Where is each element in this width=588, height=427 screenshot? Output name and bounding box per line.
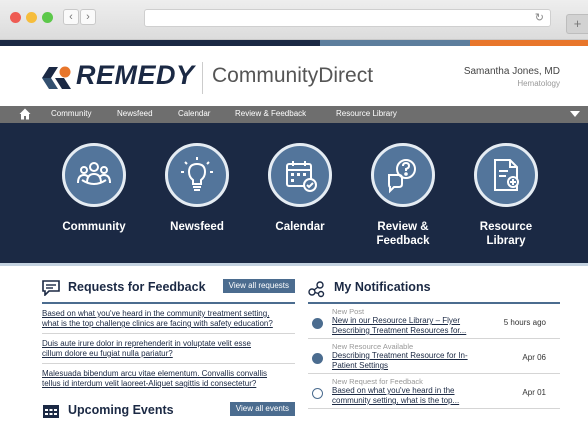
feedback-request-link[interactable]: Duis aute irure dolor in reprehenderit i… bbox=[42, 334, 295, 364]
tile-newsfeed[interactable]: Newsfeed bbox=[152, 143, 242, 234]
events-title: Upcoming Events bbox=[68, 403, 174, 417]
notification-item[interactable]: New Request for Feedback Based on what y… bbox=[308, 374, 560, 409]
dashboard-content: Requests for Feedback View all requests … bbox=[0, 266, 588, 427]
nav-community[interactable]: Community bbox=[51, 109, 91, 118]
chat-question-icon bbox=[371, 143, 435, 207]
requests-title: Requests for Feedback bbox=[68, 280, 206, 294]
read-indicator-icon bbox=[312, 388, 323, 399]
nav-calendar[interactable]: Calendar bbox=[178, 109, 210, 118]
nav-dropdown-icon[interactable] bbox=[570, 111, 580, 117]
requests-header: Requests for Feedback View all requests bbox=[42, 278, 295, 298]
notification-type: New Resource Available bbox=[332, 342, 414, 351]
view-all-requests-button[interactable]: View all requests bbox=[222, 279, 295, 293]
tile-label: Review & Feedback bbox=[376, 221, 430, 247]
tile-label: Community bbox=[62, 221, 126, 233]
home-icon[interactable] bbox=[19, 108, 31, 120]
address-bar[interactable]: ↻ bbox=[144, 9, 551, 27]
user-name[interactable]: Samantha Jones, MD bbox=[464, 66, 560, 77]
notification-link[interactable]: Based on what you've heard in the communi… bbox=[332, 386, 482, 406]
notification-item[interactable]: New Resource Available Describing Treatm… bbox=[308, 339, 560, 374]
close-window-button[interactable] bbox=[10, 12, 21, 23]
notification-time: Apr 01 bbox=[522, 388, 546, 397]
message-icon bbox=[42, 280, 60, 296]
notification-type: New Request for Feedback bbox=[332, 377, 423, 386]
notification-time: 5 hours ago bbox=[503, 318, 546, 327]
unread-indicator-icon bbox=[312, 353, 323, 364]
maximize-window-button[interactable] bbox=[42, 12, 53, 23]
notification-link[interactable]: Describing Treatment Resource for In- Pat… bbox=[332, 351, 482, 371]
user-role: Hematology bbox=[517, 79, 560, 88]
tile-review-feedback[interactable]: Review & Feedback bbox=[358, 143, 448, 248]
view-all-events-button[interactable]: View all events bbox=[229, 402, 295, 416]
tile-calendar[interactable]: Calendar bbox=[255, 143, 345, 234]
notifications-header: My Notifications bbox=[308, 278, 560, 298]
forward-button[interactable]: › bbox=[80, 9, 96, 25]
remedy-logo-icon[interactable] bbox=[40, 64, 74, 92]
tile-label: Resource Library bbox=[479, 221, 533, 247]
notifications-title: My Notifications bbox=[334, 280, 431, 294]
people-icon bbox=[62, 143, 126, 207]
hero-tiles: Community Newsfeed Calendar Review & Fee… bbox=[0, 123, 588, 263]
brand-name: REMEDY bbox=[76, 60, 195, 90]
document-icon bbox=[474, 143, 538, 207]
calendar-small-icon bbox=[43, 405, 59, 418]
unread-indicator-icon bbox=[312, 318, 323, 329]
reload-icon[interactable]: ↻ bbox=[535, 11, 544, 24]
notification-item[interactable]: New Post New in our Resource Library – F… bbox=[308, 304, 560, 339]
nav-resource-library[interactable]: Resource Library bbox=[336, 109, 397, 118]
requests-panel: Requests for Feedback View all requests … bbox=[42, 278, 295, 393]
new-tab-button[interactable]: + bbox=[566, 14, 588, 34]
nav-newsfeed[interactable]: Newsfeed bbox=[117, 109, 153, 118]
tile-community[interactable]: Community bbox=[49, 143, 139, 234]
browser-chrome: ‹ › ↻ + bbox=[0, 0, 588, 40]
tile-label: Newsfeed bbox=[170, 221, 224, 233]
site-header: REMEDY CommunityDirect Samantha Jones, M… bbox=[0, 46, 588, 106]
back-button[interactable]: ‹ bbox=[63, 9, 79, 25]
notification-type: New Post bbox=[332, 307, 365, 316]
calendar-icon bbox=[268, 143, 332, 207]
main-nav: Community Newsfeed Calendar Review & Fee… bbox=[0, 106, 588, 123]
network-icon bbox=[308, 281, 325, 298]
events-panel: Upcoming Events View all events bbox=[42, 401, 295, 421]
feedback-request-link[interactable]: Malesuada bibendum arcu vitae elementum.… bbox=[42, 364, 295, 393]
minimize-window-button[interactable] bbox=[26, 12, 37, 23]
feedback-request-link[interactable]: Based on what you've heard in the commun… bbox=[42, 304, 295, 334]
notification-link[interactable]: New in our Resource Library – Flyer Descr… bbox=[332, 316, 482, 336]
logo-divider bbox=[202, 62, 203, 94]
tile-label: Calendar bbox=[275, 221, 325, 233]
notification-time: Apr 06 bbox=[522, 353, 546, 362]
nav-review-feedback[interactable]: Review & Feedback bbox=[235, 109, 306, 118]
notifications-panel: My Notifications New Post New in our Res… bbox=[308, 278, 560, 409]
tile-resource-library[interactable]: Resource Library bbox=[461, 143, 551, 248]
events-header: Upcoming Events View all events bbox=[42, 401, 295, 421]
lightbulb-icon bbox=[165, 143, 229, 207]
product-name: CommunityDirect bbox=[212, 64, 374, 87]
